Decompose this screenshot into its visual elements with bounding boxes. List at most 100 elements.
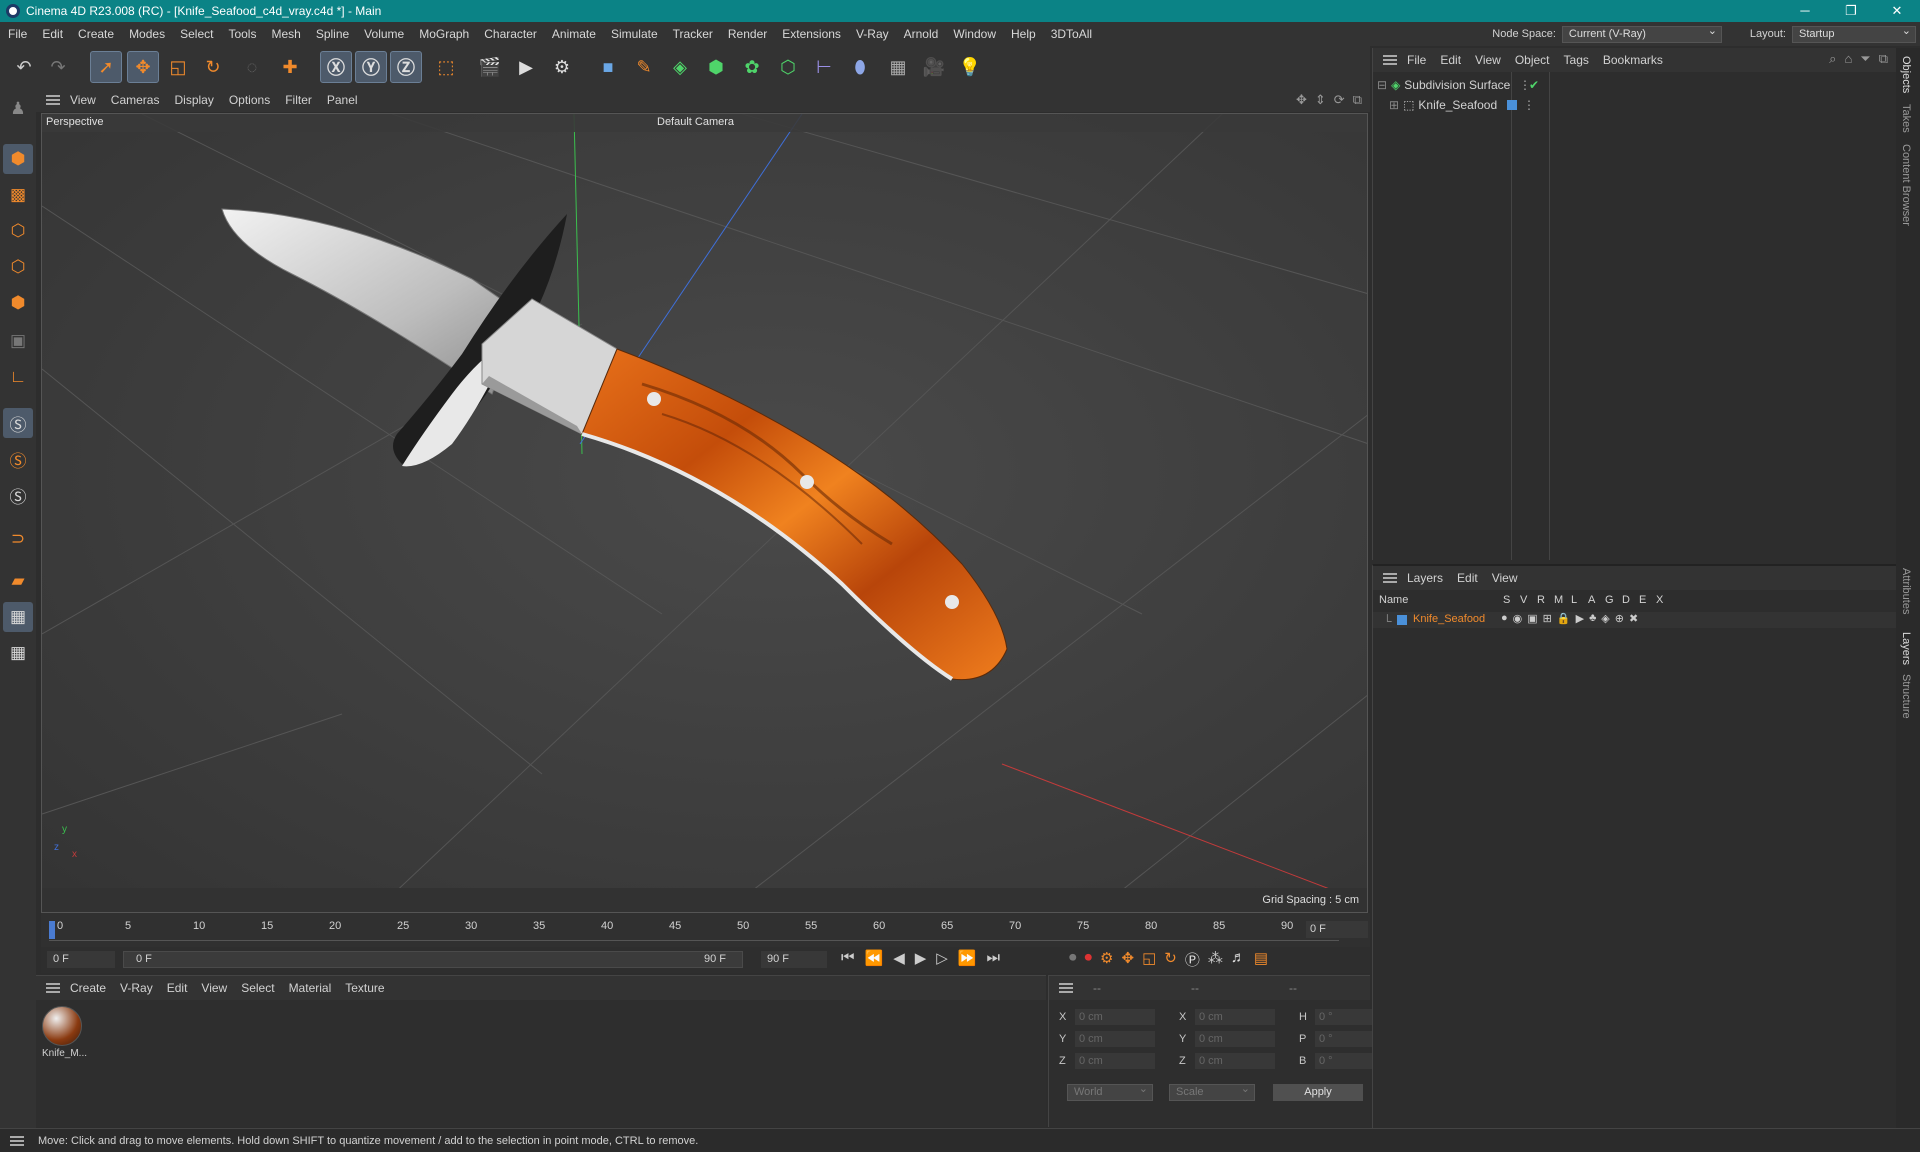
extrude-generator-icon[interactable]: ⬢ xyxy=(700,51,732,83)
expressions-icon[interactable]: ⊕ xyxy=(1615,612,1624,625)
object-menu-icon[interactable] xyxy=(1383,55,1397,65)
play-icon[interactable]: ▶ xyxy=(915,949,927,967)
pen-spline-icon[interactable]: ✎ xyxy=(628,51,660,83)
key-position-icon[interactable]: ✥ xyxy=(1121,949,1134,970)
node-space-dropdown[interactable]: Current (V-Ray) xyxy=(1561,24,1722,43)
position-y-field[interactable]: 0 cm xyxy=(1075,1031,1155,1047)
menu-vray[interactable]: V-Ray xyxy=(856,27,889,41)
deformer-bend-icon[interactable]: ⊢ xyxy=(808,51,840,83)
objects-menu-view[interactable]: View xyxy=(1475,53,1501,67)
go-to-start-icon[interactable]: ⏮ xyxy=(841,949,855,967)
menu-file[interactable]: File xyxy=(8,27,27,41)
menu-3dtoall[interactable]: 3DToAll xyxy=(1051,27,1092,41)
new-window-icon[interactable]: ⧉ xyxy=(1879,51,1888,67)
filter-icon[interactable]: ⏷ xyxy=(1860,51,1870,67)
viewport-menu-icon[interactable] xyxy=(46,95,60,105)
key-scale-icon[interactable]: ◱ xyxy=(1142,949,1156,970)
coords-menu-icon[interactable] xyxy=(1059,983,1073,993)
key-pla-icon[interactable]: ⁂ xyxy=(1208,949,1223,970)
light-object-icon[interactable]: 💡 xyxy=(954,51,986,83)
menu-animate[interactable]: Animate xyxy=(552,27,596,41)
axis-mode-icon[interactable]: ∟ xyxy=(3,362,33,392)
solo-icon[interactable]: ● xyxy=(1501,612,1508,625)
z-axis-lock-icon[interactable]: Ⓩ xyxy=(390,51,422,83)
live-selection-icon[interactable]: ➚ xyxy=(90,51,122,83)
mograph-array-icon[interactable]: ⬡ xyxy=(772,51,804,83)
material-menu-vray[interactable]: V-Ray xyxy=(120,981,153,995)
menu-select[interactable]: Select xyxy=(180,27,213,41)
menu-character[interactable]: Character xyxy=(484,27,537,41)
apply-button[interactable]: Apply xyxy=(1273,1084,1363,1101)
layers-menu-edit[interactable]: Edit xyxy=(1457,571,1478,585)
material-menu-texture[interactable]: Texture xyxy=(345,981,384,995)
make-editable-icon[interactable]: ♟ xyxy=(3,94,33,124)
visible-eye-icon[interactable]: ◉ xyxy=(1513,612,1523,625)
menu-simulate[interactable]: Simulate xyxy=(611,27,658,41)
quantize-icon[interactable]: Ⓢ xyxy=(3,480,33,510)
snap-icon[interactable]: Ⓢ xyxy=(3,408,33,438)
menu-help[interactable]: Help xyxy=(1011,27,1036,41)
search-icon[interactable]: ⌕ xyxy=(1829,51,1836,67)
model-mode-icon[interactable]: ⬢ xyxy=(3,144,33,174)
polygon-mode-icon[interactable]: ⬢ xyxy=(3,288,33,318)
object-row-knife[interactable]: ⊞ ⬚ Knife_Seafood ⋮ xyxy=(1389,96,1535,114)
move-tool-icon[interactable]: ✥ xyxy=(127,51,159,83)
tab-attributes[interactable]: Attributes xyxy=(1900,568,1912,614)
status-menu-icon[interactable] xyxy=(10,1135,24,1146)
material-menu-view[interactable]: View xyxy=(201,981,227,995)
next-frame-icon[interactable]: ▷ xyxy=(936,949,948,967)
viewport-rotate-icon[interactable]: ⟳ xyxy=(1334,92,1345,108)
coordinate-system-icon[interactable]: ✚ xyxy=(274,51,306,83)
tab-content-browser[interactable]: Content Browser xyxy=(1900,144,1912,226)
menu-mesh[interactable]: Mesh xyxy=(271,27,300,41)
menu-extensions[interactable]: Extensions xyxy=(782,27,841,41)
restore-button[interactable]: ❐ xyxy=(1828,0,1874,22)
menu-create[interactable]: Create xyxy=(78,27,114,41)
menu-mograph[interactable]: MoGraph xyxy=(419,27,469,41)
objects-menu-file[interactable]: File xyxy=(1407,53,1426,67)
floor-environment-icon[interactable]: ▦ xyxy=(882,51,914,83)
menu-volume[interactable]: Volume xyxy=(364,27,404,41)
keyframe-selection-icon[interactable]: ⚙ xyxy=(1100,949,1113,970)
autokey-icon[interactable]: ⏺ xyxy=(1085,949,1093,970)
record-keys-icon[interactable]: ⏺ xyxy=(1069,949,1077,970)
y-axis-lock-icon[interactable]: Ⓨ xyxy=(355,51,387,83)
generators-icon[interactable]: ♣ xyxy=(1589,612,1596,625)
layout-dropdown[interactable]: Startup xyxy=(1792,24,1916,43)
go-to-end-icon[interactable]: ⏭ xyxy=(987,949,1001,967)
magnet-tool-icon[interactable]: ⊃ xyxy=(3,524,33,554)
cube-object-icon[interactable]: ■ xyxy=(592,51,624,83)
next-key-icon[interactable]: ⏩ xyxy=(958,949,977,967)
current-frame-field[interactable]: 0 F xyxy=(1306,921,1368,938)
uv-mode-icon[interactable]: ▣ xyxy=(3,326,33,356)
material-menu-icon[interactable] xyxy=(46,983,60,993)
render-picture-viewer-icon[interactable]: ▶ xyxy=(510,51,542,83)
menu-window[interactable]: Window xyxy=(953,27,996,41)
lock-icon[interactable]: 🔒 xyxy=(1557,612,1571,625)
locked-workplane-icon[interactable]: ▦ xyxy=(3,638,33,668)
world-coordinates-icon[interactable]: ⬚ xyxy=(430,51,462,83)
redo-icon[interactable]: ↷ xyxy=(42,51,74,83)
objects-menu-edit[interactable]: Edit xyxy=(1440,53,1461,67)
x-axis-lock-icon[interactable]: Ⓧ xyxy=(320,51,352,83)
tab-objects[interactable]: Objects xyxy=(1900,56,1912,93)
collapse-icon[interactable]: ⊟ xyxy=(1377,78,1387,92)
workplane-icon[interactable]: ▰ xyxy=(3,566,33,596)
scale-tool-icon[interactable]: ◱ xyxy=(162,51,194,83)
tab-structure[interactable]: Structure xyxy=(1900,674,1912,719)
deformers-icon[interactable]: ◈ xyxy=(1601,612,1609,625)
coord-space-dropdown[interactable]: World xyxy=(1067,1082,1153,1101)
motion-system-icon[interactable]: ♬ xyxy=(1231,949,1246,970)
edge-mode-icon[interactable]: ⬡ xyxy=(3,252,33,282)
viewport-menu-display[interactable]: Display xyxy=(174,93,213,107)
timeline-playhead[interactable] xyxy=(49,921,55,939)
render-settings-icon[interactable]: ⚙ xyxy=(546,51,578,83)
point-mode-icon[interactable]: ⬡ xyxy=(3,216,33,246)
menu-render[interactable]: Render xyxy=(728,27,767,41)
coord-mode-dropdown[interactable]: Scale xyxy=(1169,1082,1255,1101)
objects-menu-bookmarks[interactable]: Bookmarks xyxy=(1603,53,1663,67)
viewport-maximize-icon[interactable]: ⧉ xyxy=(1353,92,1362,108)
layer-name[interactable]: Knife_Seafood xyxy=(1413,613,1485,625)
layers-menu-layers[interactable]: Layers xyxy=(1407,571,1443,585)
menu-edit[interactable]: Edit xyxy=(42,27,63,41)
